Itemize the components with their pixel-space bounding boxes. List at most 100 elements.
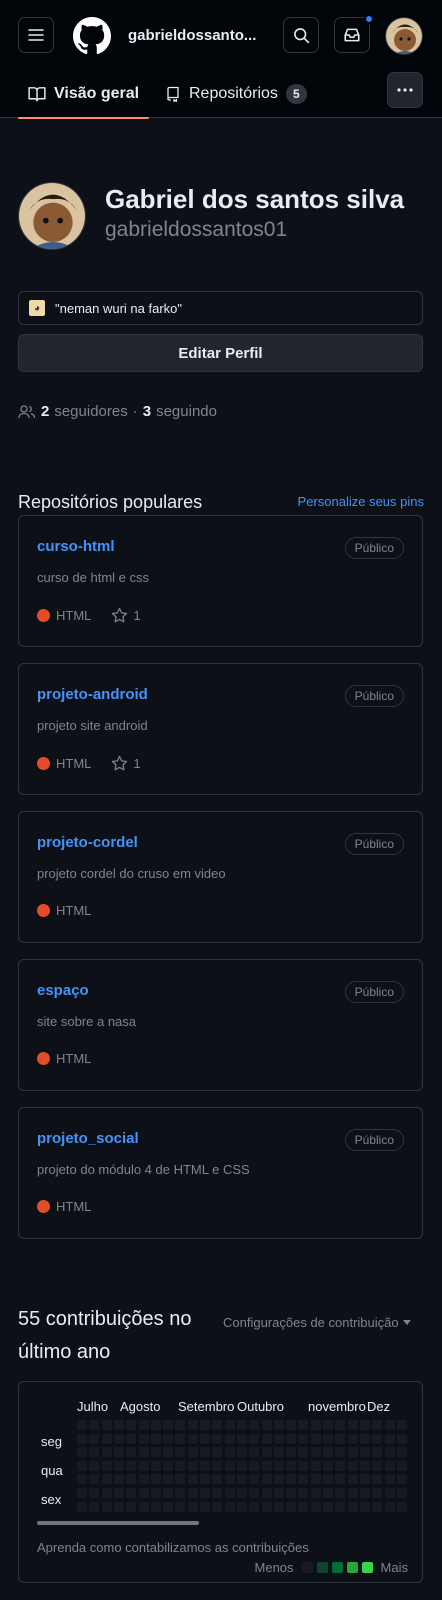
contribution-day-cell[interactable]	[77, 1420, 87, 1430]
contribution-day-cell[interactable]	[236, 1460, 247, 1471]
contribution-day-cell[interactable]	[138, 1447, 149, 1458]
contribution-day-cell[interactable]	[89, 1433, 100, 1444]
contribution-day-cell[interactable]	[310, 1420, 321, 1430]
contribution-day-cell[interactable]	[286, 1474, 297, 1485]
contribution-day-cell[interactable]	[359, 1501, 370, 1512]
contribution-day-cell[interactable]	[273, 1447, 284, 1458]
contribution-day-cell[interactable]	[101, 1501, 112, 1512]
contribution-day-cell[interactable]	[310, 1474, 321, 1485]
contribution-day-cell[interactable]	[249, 1488, 260, 1498]
contribution-day-cell[interactable]	[187, 1433, 198, 1444]
repo-name-link[interactable]: projeto_social	[37, 1130, 139, 1147]
contribution-day-cell[interactable]	[150, 1488, 161, 1498]
contribution-day-cell[interactable]	[347, 1420, 358, 1430]
horizontal-scrollbar[interactable]	[37, 1521, 199, 1525]
contribution-day-cell[interactable]	[384, 1433, 395, 1444]
contribution-day-cell[interactable]	[384, 1420, 395, 1430]
contribution-day-cell[interactable]	[347, 1460, 358, 1471]
contribution-day-cell[interactable]	[323, 1433, 333, 1444]
contribution-day-cell[interactable]	[249, 1501, 260, 1512]
contribution-day-cell[interactable]	[200, 1501, 210, 1512]
contribution-day-cell[interactable]	[163, 1420, 174, 1430]
contribution-day-cell[interactable]	[101, 1420, 112, 1430]
contribution-day-cell[interactable]	[113, 1460, 124, 1471]
contribution-day-cell[interactable]	[138, 1460, 149, 1471]
contribution-day-cell[interactable]	[372, 1433, 383, 1444]
contribution-day-cell[interactable]	[261, 1447, 272, 1458]
followers-label[interactable]: seguidores	[54, 403, 127, 420]
contribution-day-cell[interactable]	[138, 1501, 149, 1512]
edit-profile-button[interactable]: Editar Perfil	[18, 334, 423, 372]
contribution-day-cell[interactable]	[273, 1501, 284, 1512]
contribution-day-cell[interactable]	[200, 1474, 210, 1485]
contribution-day-cell[interactable]	[396, 1501, 407, 1512]
contribution-day-cell[interactable]	[113, 1447, 124, 1458]
contribution-day-cell[interactable]	[126, 1474, 137, 1485]
contribution-day-cell[interactable]	[286, 1460, 297, 1471]
contribution-day-cell[interactable]	[298, 1460, 309, 1471]
status-field[interactable]: ◕ "neman wuri na farko"	[18, 291, 423, 325]
contribution-day-cell[interactable]	[200, 1420, 210, 1430]
contribution-day-cell[interactable]	[150, 1501, 161, 1512]
contribution-day-cell[interactable]	[384, 1460, 395, 1471]
contribution-day-cell[interactable]	[224, 1501, 235, 1512]
contribution-day-cell[interactable]	[384, 1501, 395, 1512]
contribution-day-cell[interactable]	[113, 1420, 124, 1430]
contribution-day-cell[interactable]	[359, 1420, 370, 1430]
contribution-day-cell[interactable]	[249, 1420, 260, 1430]
contribution-day-cell[interactable]	[187, 1460, 198, 1471]
contribution-day-cell[interactable]	[77, 1488, 87, 1498]
contribution-day-cell[interactable]	[138, 1488, 149, 1498]
repo-name-link[interactable]: projeto-cordel	[37, 834, 138, 851]
contribution-day-cell[interactable]	[261, 1433, 272, 1444]
contribution-day-cell[interactable]	[273, 1488, 284, 1498]
contribution-day-cell[interactable]	[323, 1420, 333, 1430]
contribution-day-cell[interactable]	[224, 1447, 235, 1458]
contribution-day-cell[interactable]	[249, 1447, 260, 1458]
contribution-day-cell[interactable]	[212, 1433, 223, 1444]
contribution-day-cell[interactable]	[335, 1420, 346, 1430]
contribution-day-cell[interactable]	[359, 1488, 370, 1498]
contribution-day-cell[interactable]	[286, 1488, 297, 1498]
contribution-day-cell[interactable]	[298, 1501, 309, 1512]
contribution-day-cell[interactable]	[249, 1433, 260, 1444]
contribution-day-cell[interactable]	[163, 1474, 174, 1485]
stars-link[interactable]: 1	[111, 607, 141, 624]
contribution-day-cell[interactable]	[138, 1420, 149, 1430]
contribution-day-cell[interactable]	[323, 1488, 333, 1498]
contribution-day-cell[interactable]	[175, 1420, 186, 1430]
contribution-day-cell[interactable]	[89, 1447, 100, 1458]
contribution-day-cell[interactable]	[347, 1447, 358, 1458]
contribution-day-cell[interactable]	[359, 1460, 370, 1471]
contribution-day-cell[interactable]	[212, 1447, 223, 1458]
following-label[interactable]: seguindo	[156, 403, 217, 420]
contribution-day-cell[interactable]	[236, 1501, 247, 1512]
contribution-day-cell[interactable]	[212, 1488, 223, 1498]
contribution-day-cell[interactable]	[89, 1474, 100, 1485]
contribution-day-cell[interactable]	[77, 1474, 87, 1485]
customize-pins-link[interactable]: Personalize seus pins	[298, 494, 424, 509]
contribution-day-cell[interactable]	[396, 1433, 407, 1444]
contribution-day-cell[interactable]	[113, 1488, 124, 1498]
contribution-day-cell[interactable]	[286, 1447, 297, 1458]
contribution-day-cell[interactable]	[347, 1433, 358, 1444]
contribution-day-cell[interactable]	[212, 1460, 223, 1471]
contribution-day-cell[interactable]	[187, 1501, 198, 1512]
contribution-day-cell[interactable]	[261, 1501, 272, 1512]
contribution-day-cell[interactable]	[273, 1460, 284, 1471]
contribution-day-cell[interactable]	[200, 1433, 210, 1444]
contribution-day-cell[interactable]	[126, 1460, 137, 1471]
github-logo-icon[interactable]	[73, 17, 111, 55]
contribution-day-cell[interactable]	[359, 1433, 370, 1444]
contribution-day-cell[interactable]	[89, 1420, 100, 1430]
contribution-day-cell[interactable]	[310, 1433, 321, 1444]
contribution-day-cell[interactable]	[298, 1488, 309, 1498]
contribution-day-cell[interactable]	[212, 1420, 223, 1430]
contribution-day-cell[interactable]	[175, 1501, 186, 1512]
contribution-day-cell[interactable]	[298, 1433, 309, 1444]
contribution-day-cell[interactable]	[150, 1460, 161, 1471]
contribution-day-cell[interactable]	[126, 1501, 137, 1512]
contribution-day-cell[interactable]	[200, 1460, 210, 1471]
contribution-day-cell[interactable]	[113, 1433, 124, 1444]
contribution-day-cell[interactable]	[372, 1501, 383, 1512]
